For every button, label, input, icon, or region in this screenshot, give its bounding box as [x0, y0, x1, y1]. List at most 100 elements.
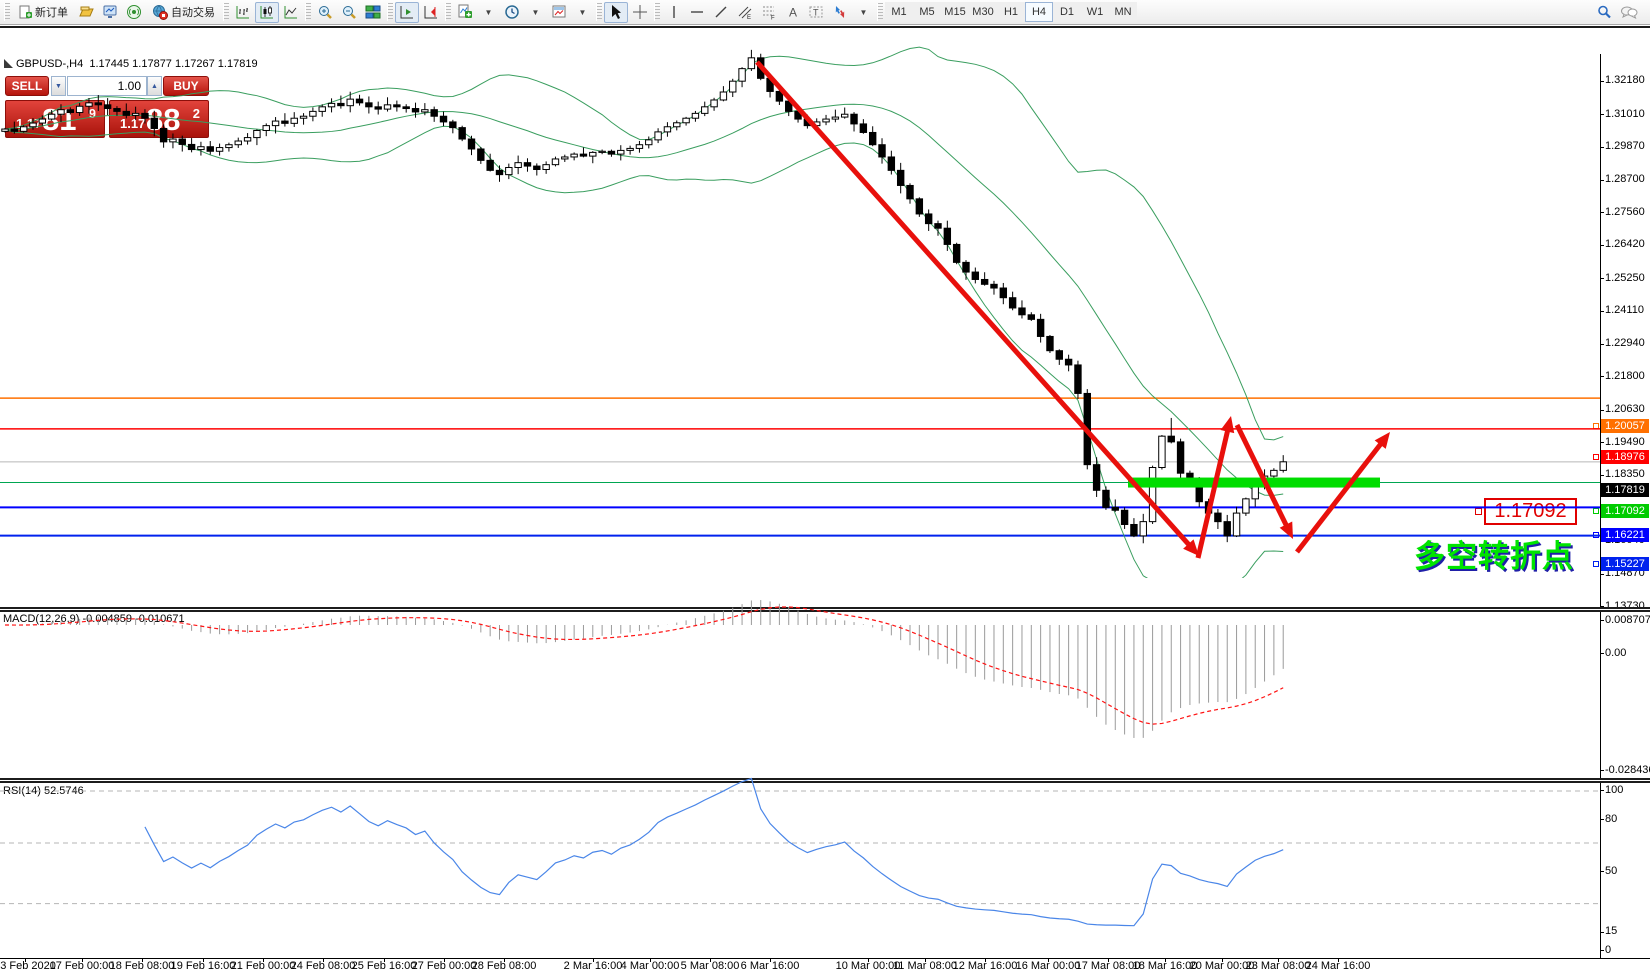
auto-scroll-icon: [399, 4, 415, 20]
svg-text:A: A: [789, 6, 797, 20]
y-axis-tick-label: 1.29870: [1605, 140, 1645, 152]
chevron-down-icon: ▼: [531, 8, 540, 17]
level-line-anchor[interactable]: [1593, 423, 1599, 429]
volume-input[interactable]: [67, 76, 147, 96]
timeframe-h4[interactable]: H4: [1025, 2, 1053, 22]
x-axis-label: 18 Mar 16:00: [1133, 960, 1198, 972]
rsi-axis-label: 0: [1605, 944, 1611, 956]
vertical-line-button[interactable]: [662, 2, 685, 23]
equidistant-channel-button[interactable]: E: [733, 2, 757, 23]
text-label-button[interactable]: T: [804, 2, 828, 23]
level-line-anchor[interactable]: [1593, 561, 1599, 567]
timeframe-d1[interactable]: D1: [1053, 2, 1081, 22]
horizontal-line-button[interactable]: [685, 2, 709, 23]
sell-price-sup: 9: [89, 106, 96, 121]
price-tag-label[interactable]: 1.17092: [1484, 498, 1577, 525]
timeframe-w1[interactable]: W1: [1081, 2, 1109, 22]
arrows-dropdown[interactable]: ▼: [852, 2, 875, 23]
x-axis-label: 6 Mar 16:00: [741, 960, 800, 972]
toolbar-grip[interactable]: [596, 3, 602, 21]
autotrading-button[interactable]: 自动交易: [146, 2, 221, 23]
timeframe-m5[interactable]: M5: [913, 2, 941, 22]
x-axis-label: 17 Feb 00:00: [50, 960, 115, 972]
level-price-chip: 1.20057: [1601, 419, 1649, 433]
chevron-down-icon: ▼: [859, 8, 868, 17]
sell-price-panel[interactable]: 1.17 81 9: [5, 100, 105, 138]
indicators-button[interactable]: [453, 2, 477, 23]
open-file-icon: [78, 4, 94, 20]
fibonacci-button[interactable]: F: [757, 2, 781, 23]
level-line-anchor[interactable]: [1593, 508, 1599, 514]
timeframe-m1[interactable]: M1: [885, 2, 913, 22]
toolbar-grip[interactable]: [445, 3, 451, 21]
candlestick-chart-button[interactable]: [255, 2, 279, 23]
y-axis-tick-label: 1.18350: [1605, 468, 1645, 480]
x-axis-label: 21 Feb 00:00: [231, 960, 296, 972]
toolbar-grip[interactable]: [877, 3, 883, 21]
y-axis-tick-label: 1.28700: [1605, 173, 1645, 185]
arrows-icon: [832, 4, 848, 20]
x-axis-label: 13 Feb 2020: [0, 960, 56, 972]
templates-dropdown[interactable]: ▼: [571, 2, 594, 23]
timeframe-m30[interactable]: M30: [969, 2, 997, 22]
autotrading-label: 自动交易: [171, 4, 215, 20]
arrows-button[interactable]: [828, 2, 852, 23]
level-line-anchor[interactable]: [1593, 532, 1599, 538]
horizontal-line-icon: [689, 4, 705, 20]
macd-axis-label: -0.028436: [1605, 764, 1650, 776]
new-order-button[interactable]: 新订单: [12, 2, 74, 23]
panel-splitter[interactable]: [0, 778, 1650, 783]
one-click-collapse-icon[interactable]: [4, 59, 13, 68]
y-axis-tick-label: 1.19490: [1605, 436, 1645, 448]
indicators-dropdown[interactable]: ▼: [477, 2, 500, 23]
chevron-down-icon: ▼: [55, 83, 62, 90]
zoom-out-button[interactable]: [337, 2, 361, 23]
search-button[interactable]: [1592, 2, 1616, 23]
line-chart-button[interactable]: [279, 2, 303, 23]
level-line-anchor[interactable]: [1593, 454, 1599, 460]
toolbar-grip[interactable]: [4, 3, 10, 21]
templates-button[interactable]: [547, 2, 571, 23]
market-watch-button[interactable]: [98, 2, 122, 23]
timeframe-m15[interactable]: M15: [941, 2, 969, 22]
autotrading-icon: [152, 4, 168, 20]
price-tag-connector: [1475, 508, 1482, 515]
zoom-in-button[interactable]: [313, 2, 337, 23]
toolbar-grip[interactable]: [305, 3, 311, 21]
volume-increase-button[interactable]: ▲: [147, 76, 162, 96]
toolbar-grip[interactable]: [387, 3, 393, 21]
open-file-button[interactable]: [74, 2, 98, 23]
cursor-button[interactable]: [604, 2, 628, 23]
price-axis-border: [1600, 54, 1601, 959]
tile-windows-button[interactable]: [361, 2, 385, 23]
level-price-chip: 1.17092: [1601, 504, 1649, 518]
text-button[interactable]: A: [781, 2, 804, 23]
bar-chart-button[interactable]: [231, 2, 255, 23]
toolbar-grip[interactable]: [223, 3, 229, 21]
rsi-label: RSI(14) 52.5746: [3, 785, 84, 797]
chat-button[interactable]: [1616, 2, 1642, 23]
timeframe-h1[interactable]: H1: [997, 2, 1025, 22]
y-axis-tick-label: 1.31010: [1605, 108, 1645, 120]
auto-scroll-button[interactable]: [395, 2, 419, 23]
chart-annotation-text[interactable]: 多空转折点: [1414, 531, 1574, 576]
sell-button[interactable]: SELL: [5, 76, 49, 96]
y-axis-tick-label: 1.26420: [1605, 238, 1645, 250]
volume-decrease-button[interactable]: ▼: [51, 76, 66, 96]
periods-dropdown[interactable]: ▼: [524, 2, 547, 23]
svg-text:T: T: [813, 8, 819, 18]
x-axis-label: 19 Feb 16:00: [171, 960, 236, 972]
signal-button[interactable]: [122, 2, 146, 23]
buy-button[interactable]: BUY: [163, 76, 209, 96]
x-axis-label: 24 Feb 08:00: [291, 960, 356, 972]
chart-shift-button[interactable]: [419, 2, 443, 23]
crosshair-button[interactable]: [628, 2, 652, 23]
timeframe-mn[interactable]: MN: [1109, 2, 1137, 22]
toolbar-grip[interactable]: [654, 3, 660, 21]
sell-price-big: 81: [42, 102, 76, 138]
trendline-button[interactable]: [709, 2, 733, 23]
buy-price-panel[interactable]: 1.17 88 2: [109, 100, 209, 138]
panel-splitter[interactable]: [0, 607, 1650, 612]
market-watch-icon: [102, 4, 118, 20]
periods-button[interactable]: [500, 2, 524, 23]
